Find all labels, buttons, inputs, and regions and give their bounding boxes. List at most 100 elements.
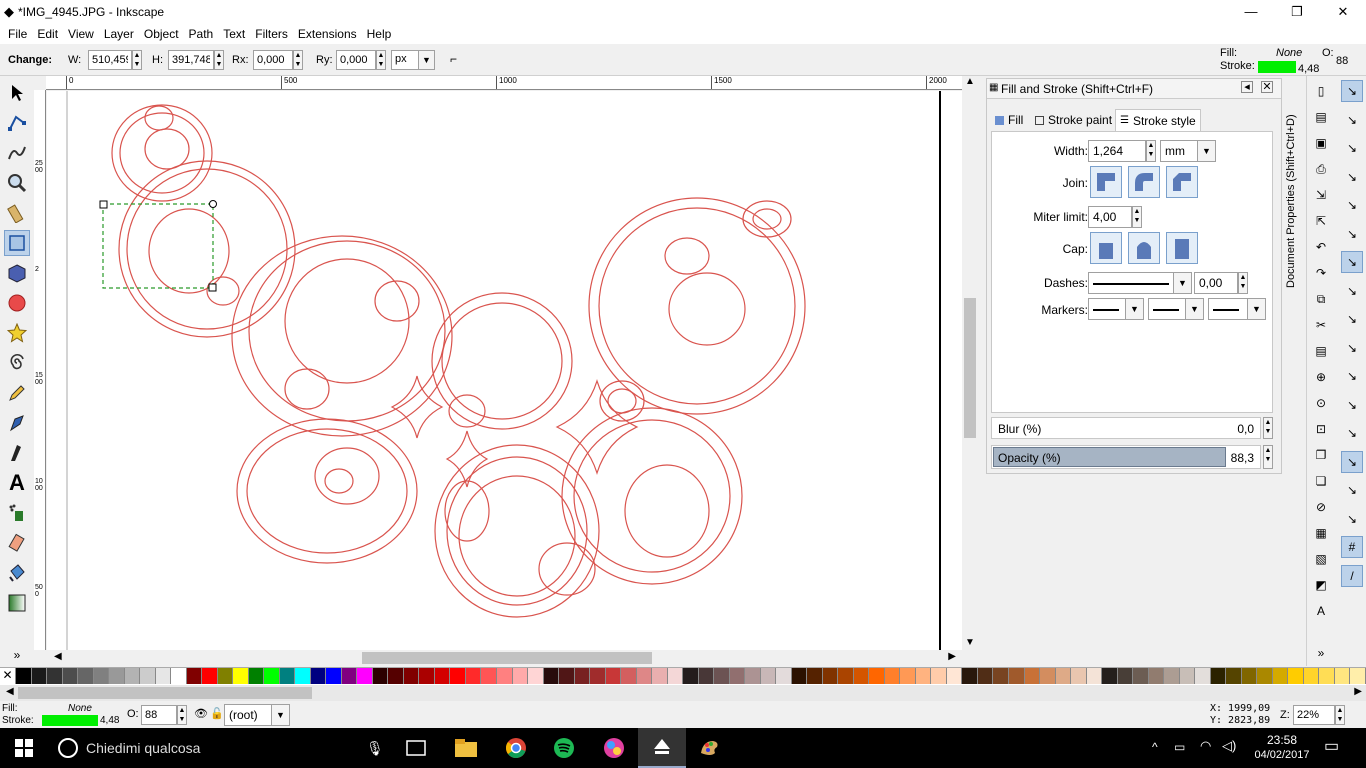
palette-swatch[interactable] bbox=[559, 668, 575, 684]
palette-swatch[interactable] bbox=[1055, 668, 1072, 684]
rx-input[interactable] bbox=[253, 50, 293, 70]
cap-butt-button[interactable] bbox=[1090, 232, 1122, 264]
palette-swatch[interactable] bbox=[977, 668, 994, 684]
tray-chevron-up-icon[interactable]: ^ bbox=[1152, 740, 1158, 754]
close-button[interactable]: ✕ bbox=[1320, 0, 1366, 23]
ungroup-icon[interactable]: ▧ bbox=[1310, 548, 1332, 570]
join-bevel-button[interactable] bbox=[1166, 166, 1198, 198]
spotify-icon[interactable] bbox=[540, 728, 588, 768]
node-tool-icon[interactable] bbox=[4, 110, 30, 136]
snap-center-icon[interactable]: ↘ bbox=[1341, 223, 1363, 245]
tweak-tool-icon[interactable] bbox=[4, 140, 30, 166]
stroke-unit-select[interactable]: mm ▼ bbox=[1160, 140, 1216, 162]
palette-swatch[interactable] bbox=[47, 668, 63, 684]
palette-swatch[interactable] bbox=[1303, 668, 1320, 684]
palette-swatch[interactable] bbox=[574, 668, 591, 684]
palette-swatch[interactable] bbox=[481, 668, 497, 684]
3d-box-tool-icon[interactable] bbox=[4, 260, 30, 286]
zoom-page-icon[interactable]: ⊡ bbox=[1310, 418, 1332, 440]
menu-item-view[interactable]: View bbox=[68, 27, 94, 41]
measure-tool-icon[interactable] bbox=[4, 200, 30, 226]
clock-time[interactable]: 23:58 bbox=[1262, 733, 1302, 747]
palette-swatch[interactable] bbox=[1133, 668, 1149, 684]
stroke-width-spin[interactable]: ▲ ▼ bbox=[1146, 140, 1156, 162]
scroll-left-icon[interactable]: ◀ bbox=[54, 651, 62, 662]
palette-swatch[interactable] bbox=[993, 668, 1009, 684]
zoom-tool-icon[interactable] bbox=[4, 170, 30, 196]
cap-square-button[interactable] bbox=[1166, 232, 1198, 264]
cap-round-button[interactable] bbox=[1128, 232, 1160, 264]
palette-swatch[interactable] bbox=[1009, 668, 1025, 684]
join-miter-button[interactable] bbox=[1090, 166, 1122, 198]
paint-bucket-tool-icon[interactable] bbox=[4, 560, 30, 586]
palette-swatch[interactable] bbox=[1040, 668, 1056, 684]
snap-bbox-icon[interactable]: ↘ bbox=[1341, 109, 1363, 131]
palette-swatch[interactable] bbox=[465, 668, 482, 684]
palette-swatch[interactable] bbox=[1334, 668, 1351, 684]
palette-swatch[interactable] bbox=[915, 668, 932, 684]
star-tool-icon[interactable] bbox=[4, 320, 30, 346]
battery-icon[interactable]: ▭ bbox=[1174, 740, 1185, 754]
palette-swatch[interactable] bbox=[1272, 668, 1289, 684]
menu-item-text[interactable]: Text bbox=[223, 27, 245, 41]
dash-pattern-select[interactable]: ▼ bbox=[1088, 272, 1192, 294]
snap-rotation-center-icon[interactable]: ↘ bbox=[1341, 450, 1363, 473]
palette-swatch[interactable] bbox=[729, 668, 746, 684]
color-palette[interactable]: ✕ bbox=[0, 667, 1366, 685]
zoom-drawing-icon[interactable]: ⊙ bbox=[1310, 392, 1332, 414]
palette-swatch[interactable] bbox=[496, 668, 513, 684]
opacity-spin[interactable]: ▲ ▼ bbox=[1263, 445, 1273, 469]
palette-swatch[interactable] bbox=[372, 668, 389, 684]
palette-swatch[interactable] bbox=[310, 668, 327, 684]
rectangle-tool-icon[interactable] bbox=[4, 230, 30, 256]
miter-limit-spin[interactable]: ▲ ▼ bbox=[1132, 206, 1142, 228]
snap-path-icon[interactable]: ↘ bbox=[1341, 280, 1363, 302]
menu-item-extensions[interactable]: Extensions bbox=[298, 27, 357, 41]
spray-tool-icon[interactable] bbox=[4, 500, 30, 526]
width-spin-arrows[interactable]: ▲ ▼ bbox=[132, 50, 142, 70]
dash-offset-spin[interactable]: ▲ ▼ bbox=[1238, 272, 1248, 294]
canvas[interactable] bbox=[47, 91, 962, 650]
scroll-right-icon[interactable]: ▶ bbox=[948, 651, 956, 662]
palette-swatch[interactable] bbox=[403, 668, 420, 684]
palette-swatch[interactable] bbox=[93, 668, 110, 684]
ry-input[interactable] bbox=[336, 50, 376, 70]
palette-swatch[interactable] bbox=[869, 668, 885, 684]
snap-cusp-icon[interactable]: ↘ bbox=[1341, 337, 1363, 359]
windows-start-icon[interactable] bbox=[0, 728, 48, 768]
gimp-icon[interactable] bbox=[686, 728, 734, 768]
clone-icon[interactable]: ❏ bbox=[1310, 470, 1332, 492]
dialog-close-button[interactable]: ✕ bbox=[1261, 81, 1273, 93]
zoom-spin[interactable]: ▲ ▼ bbox=[1335, 705, 1345, 725]
palette-swatch[interactable] bbox=[962, 668, 978, 684]
palette-swatch[interactable] bbox=[760, 668, 777, 684]
palette-scroll-left-icon[interactable]: ◀ bbox=[6, 686, 14, 697]
palette-swatch[interactable] bbox=[1195, 668, 1211, 684]
snap-guide-icon[interactable]: / bbox=[1341, 564, 1363, 587]
palette-swatch[interactable] bbox=[900, 668, 916, 684]
palette-swatch[interactable] bbox=[450, 668, 466, 684]
horizontal-scroll-thumb[interactable] bbox=[362, 652, 652, 664]
new-document-icon[interactable]: ▯ bbox=[1310, 80, 1332, 102]
palette-swatch[interactable] bbox=[140, 668, 156, 684]
calligraphy-tool-icon[interactable] bbox=[4, 440, 30, 466]
palette-swatch[interactable] bbox=[698, 668, 715, 684]
menu-item-help[interactable]: Help bbox=[367, 27, 392, 41]
palette-swatch[interactable] bbox=[1117, 668, 1134, 684]
snap-page-border-icon[interactable]: ↘ bbox=[1341, 508, 1363, 530]
palette-swatch[interactable] bbox=[186, 668, 203, 684]
palette-swatch[interactable] bbox=[931, 668, 947, 684]
palette-swatch[interactable] bbox=[1257, 668, 1273, 684]
palette-swatch[interactable] bbox=[124, 668, 141, 684]
vertical-scrollbar[interactable]: ▲ ▼ bbox=[962, 76, 978, 650]
height-input[interactable] bbox=[168, 50, 214, 70]
height-spin-arrows[interactable]: ▲ ▼ bbox=[214, 50, 224, 70]
palette-swatch[interactable] bbox=[636, 668, 653, 684]
palette-swatch[interactable] bbox=[233, 668, 249, 684]
text-font-icon[interactable]: A bbox=[1310, 600, 1332, 622]
palette-swatch[interactable] bbox=[279, 668, 296, 684]
action-center-icon[interactable]: ▭ bbox=[1324, 736, 1339, 756]
palette-swatch[interactable] bbox=[1148, 668, 1165, 684]
chrome-icon[interactable] bbox=[492, 728, 540, 768]
remove-corners-icon[interactable]: ⌐ bbox=[450, 52, 468, 68]
